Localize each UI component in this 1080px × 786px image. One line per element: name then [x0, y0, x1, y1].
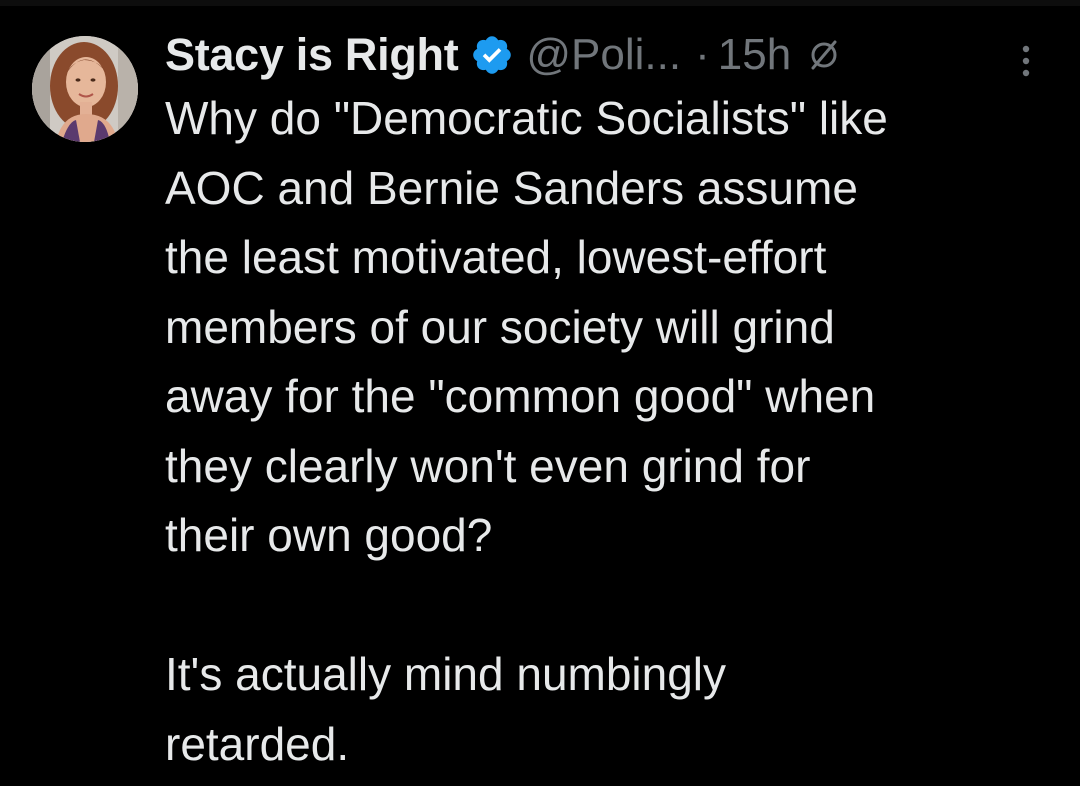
text-line: they clearly won't even grind for	[165, 439, 811, 492]
text-line: away for the "common good" when	[165, 370, 876, 422]
author-handle[interactable]: @Poli...	[526, 30, 681, 80]
tweet-header: Stacy is Right @Poli... · 15h	[165, 22, 841, 88]
author-display-name[interactable]: Stacy is Right	[165, 29, 459, 81]
verified-badge-icon[interactable]	[470, 33, 514, 77]
text-line: members of our society will grind	[165, 300, 835, 353]
tweet-text: Why do "Democratic Socialists" like AOC …	[165, 84, 1055, 779]
text-line: retarded.	[165, 717, 350, 770]
edited-icon[interactable]	[807, 38, 841, 72]
text-line: It's actually mind numbingly	[165, 648, 727, 700]
tweet[interactable]: Stacy is Right @Poli... · 15h Why do "De…	[0, 0, 1080, 786]
text-line: the least motivated, lowest-effort	[165, 231, 827, 283]
avatar-image	[32, 36, 138, 142]
text-line: their own good?	[165, 509, 493, 561]
timestamp[interactable]: 15h	[718, 30, 791, 80]
text-line: Why do "Democratic Socialists" like	[165, 92, 888, 144]
separator-dot: ·	[695, 30, 710, 79]
more-vertical-icon[interactable]	[1014, 37, 1038, 85]
text-line: AOC and Bernie Sanders assume	[165, 161, 858, 214]
avatar[interactable]	[32, 36, 138, 142]
